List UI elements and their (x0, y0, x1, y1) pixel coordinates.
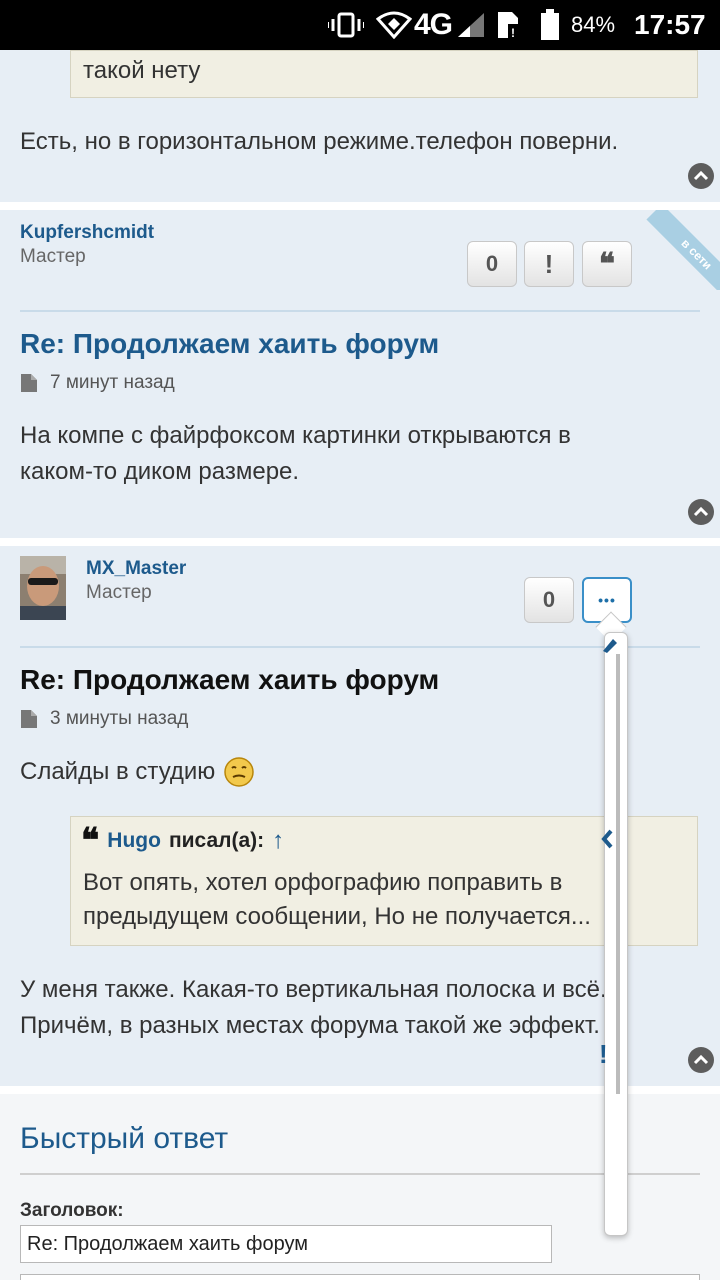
quote-icon: ❝ (598, 246, 616, 282)
post-time: 3 минуты назад (20, 708, 188, 730)
quote-wrote: писал(а): (168, 829, 265, 852)
quote-header: ❝ Hugo писал(а): ↑ (81, 821, 284, 861)
quote-source-arrow-icon[interactable]: ↑ (272, 827, 284, 855)
svg-text:!: ! (511, 26, 515, 40)
signal-icon (456, 0, 486, 50)
network-type: 4G (414, 8, 453, 41)
subject-input[interactable]: Re: Продолжаем хаить форум (20, 1225, 552, 1263)
quote-author[interactable]: Hugo (107, 829, 161, 853)
avatar[interactable] (20, 556, 66, 620)
battery-icon (540, 0, 560, 50)
post-title[interactable]: Re: Продолжаем хаить форум (20, 664, 439, 696)
more-icon: ••• (598, 592, 616, 608)
dropdown-scrollbar[interactable] (616, 654, 620, 1094)
divider (20, 646, 700, 648)
battery-percent: 84% (571, 12, 616, 37)
quick-reply-title: Быстрый ответ (20, 1122, 229, 1155)
scroll-top-icon[interactable] (688, 163, 714, 189)
post-body-line: Причём, в разных местах форума такой же … (20, 1012, 600, 1039)
reputation-button[interactable]: 0 (524, 577, 574, 623)
quote-line: Вот опять, хотел орфографию поправить в (83, 869, 563, 896)
quote-mark-icon: ❝ (81, 821, 100, 861)
scroll-top-icon[interactable] (688, 499, 714, 525)
user-rank: Мастер (20, 246, 86, 267)
wifi-icon (376, 0, 412, 50)
clock: 17:57 (634, 9, 706, 40)
sim-icon: ! (494, 0, 522, 50)
report-icon[interactable]: ! (599, 1039, 608, 1070)
document-icon (21, 374, 37, 392)
post-body-text: Слайды в студию (20, 758, 216, 785)
chevron-left-icon[interactable] (601, 829, 615, 849)
message-textarea[interactable] (20, 1274, 700, 1280)
quote-text: такой нету (83, 57, 201, 84)
quote-line: предыдущем сообщении, Но не получается..… (83, 903, 591, 930)
post-body-line: каком-то диком размере. (20, 458, 300, 485)
vibrate-icon (328, 0, 364, 50)
report-icon: ! (544, 248, 554, 279)
report-button[interactable]: ! (524, 241, 574, 287)
subject-label: Заголовок: (20, 1200, 124, 1221)
username[interactable]: Kupfershcmidt (20, 222, 154, 244)
post-title[interactable]: Re: Продолжаем хаить форум (20, 328, 439, 360)
edit-icon[interactable] (601, 635, 619, 655)
divider (20, 310, 700, 312)
divider (20, 1173, 700, 1175)
user-rank: Мастер (86, 582, 152, 603)
status-bar: 4G ! 84% 17:57 (0, 0, 720, 50)
post-body-line: У меня также. Какая-то вертикальная поло… (20, 976, 607, 1003)
post-time: 7 минут назад (20, 372, 175, 394)
subject-value: Re: Продолжаем хаить форум (27, 1233, 309, 1255)
post-time-text: 3 минуты назад (50, 708, 189, 729)
scroll-top-icon[interactable] (688, 1047, 714, 1073)
quote-button[interactable]: ❝ (582, 241, 632, 287)
online-badge: в сети (640, 210, 720, 290)
post-body-line: На компе с файрфоксом картинки открывают… (20, 422, 571, 449)
smiley-icon (224, 757, 255, 787)
post-time-text: 7 минут назад (50, 372, 175, 393)
document-icon (21, 710, 37, 728)
reputation-button[interactable]: 0 (467, 241, 517, 287)
post-body: Есть, но в горизонтальном режиме.телефон… (20, 128, 619, 155)
post-body: Слайды в студию (20, 754, 255, 790)
quote-block: такой нету (70, 50, 698, 98)
username[interactable]: MX_Master (86, 558, 186, 580)
